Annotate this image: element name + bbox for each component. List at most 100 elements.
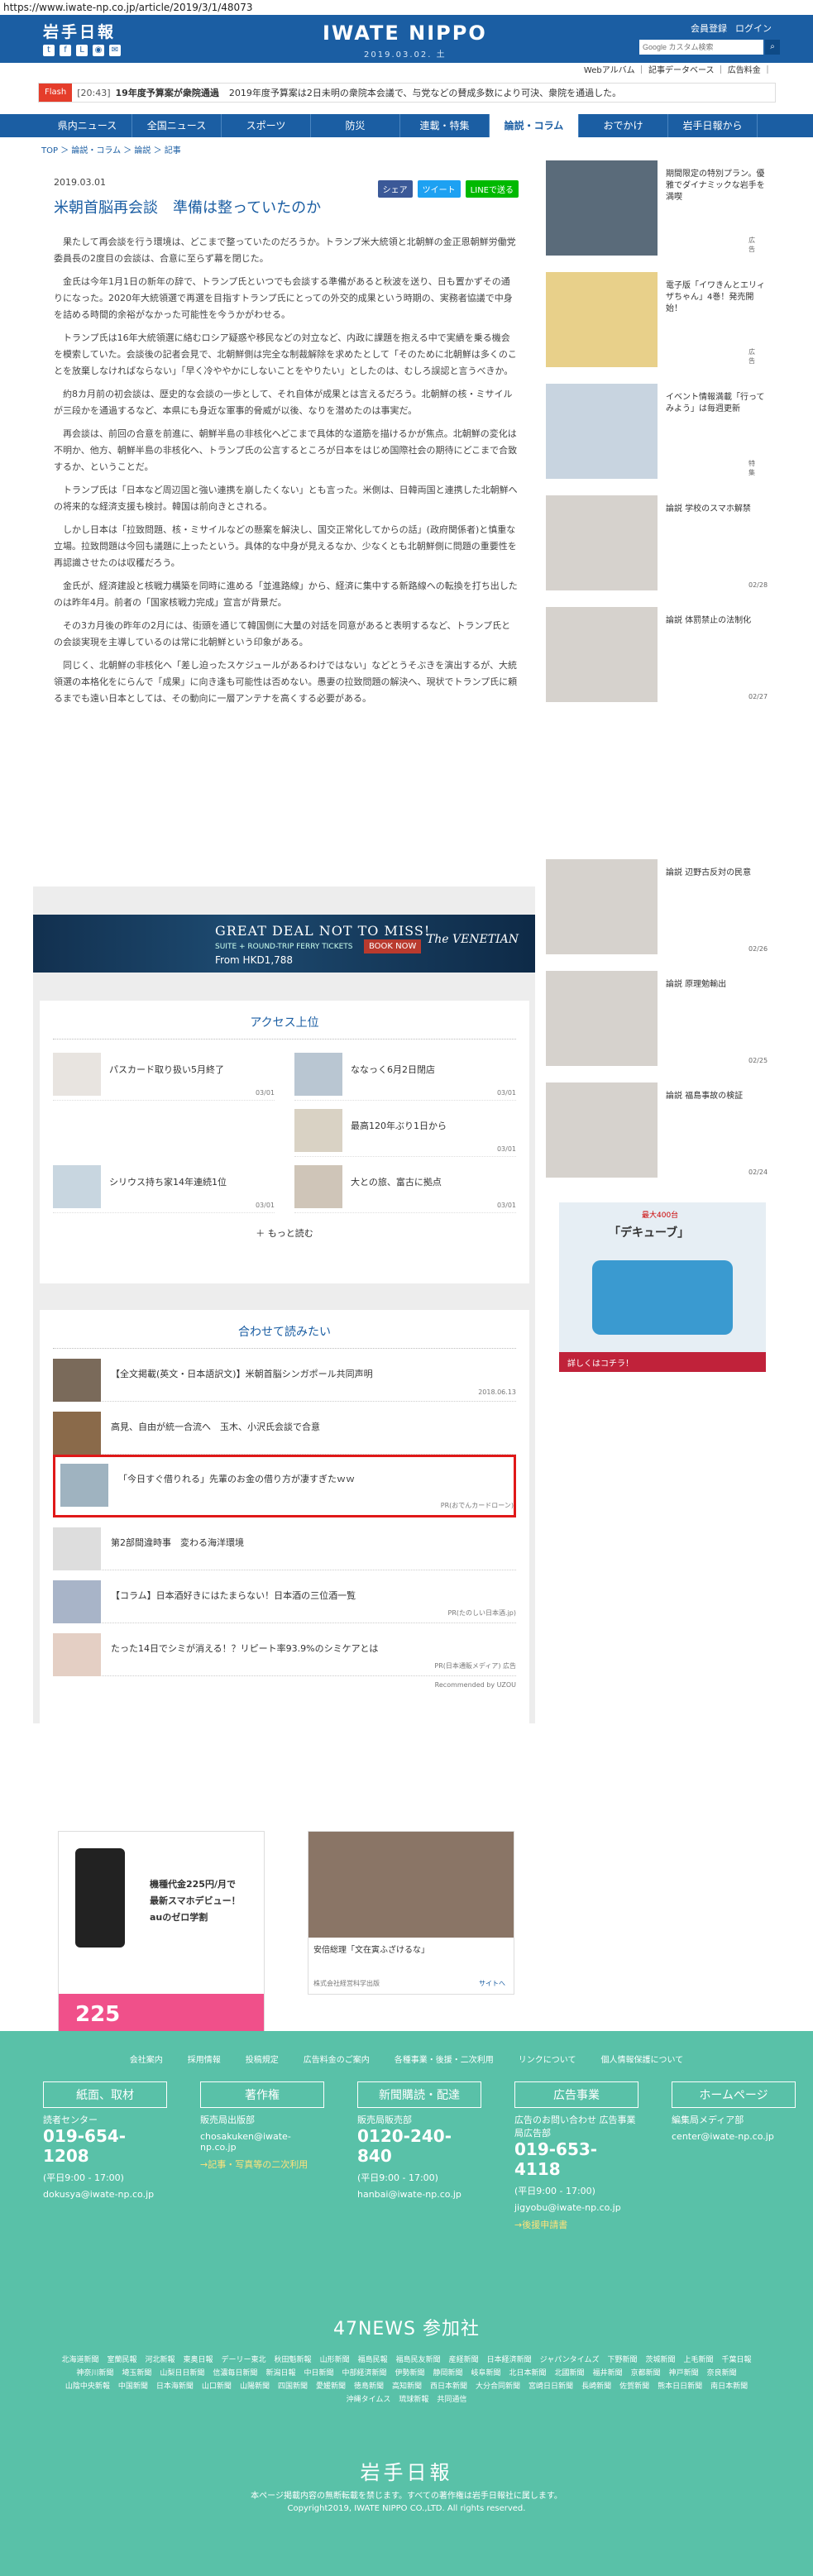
member-link[interactable]: 共同通信 [437,2396,466,2404]
member-link[interactable]: 茨城新聞 [645,2356,675,2364]
footer-email[interactable]: center@iwate-np.co.jp [672,2131,796,2142]
mail-icon[interactable]: ✉ [109,45,121,56]
member-link[interactable]: 西日本新聞 [430,2382,467,2391]
rss-icon[interactable]: ◉ [93,45,104,56]
member-link[interactable]: 静岡新聞 [433,2369,463,2378]
footer-link[interactable]: 各種事業・後援・二次利用 [395,2053,494,2065]
nav-item[interactable]: 防災 [311,114,400,137]
member-link[interactable]: 中日新聞 [304,2369,333,2378]
member-link[interactable]: 山口新聞 [202,2382,232,2391]
member-link[interactable]: 千葉日報 [722,2356,752,2364]
sidebar-item[interactable]: 電子版「イワきんとエリィザちゃん」4巻！発売開始！ 広告 [546,272,765,375]
member-link[interactable]: 河北新報 [146,2356,175,2364]
member-link[interactable]: 信濃毎日新聞 [213,2369,257,2378]
nav-item[interactable]: 全国ニュース [132,114,222,137]
footer-logo[interactable]: 岩手日報 [0,2456,813,2485]
member-link[interactable]: ジャパンタイムズ [540,2356,600,2364]
nav-item[interactable]: 連載・特集 [400,114,490,137]
member-link[interactable]: 産経新聞 [449,2356,479,2364]
member-link[interactable]: 福島民報 [358,2356,388,2364]
sidebar-item[interactable]: 論説 辺野古反対の民意 02/26 [546,859,768,963]
news-ad[interactable]: 安倍総理「文在寅ふざけるな」 株式会社経営科学出版 サイトへ [308,1831,514,1995]
member-link[interactable]: 宮崎日日新聞 [528,2382,573,2391]
ranking-item[interactable] [53,1109,275,1157]
member-link[interactable]: 新潟日報 [265,2369,295,2378]
flash-news-bar[interactable]: Flash [20:43] 19年度予算案が衆院通過 2019年度予算案は2日未… [38,83,776,103]
member-link[interactable]: 日本海新聞 [156,2382,194,2391]
member-link[interactable]: 奈良新聞 [707,2369,737,2378]
news-ad-link[interactable]: サイトへ [479,1979,505,1988]
related-item[interactable]: 【全文掲載(英文・日本語訳文)】米朝首脳シンガポール共同声明 2018.06.13 [53,1349,516,1402]
ranking-item[interactable]: 最高120年ぶり1日から 03/01 [294,1109,516,1157]
member-link[interactable]: 下野新聞 [607,2356,637,2364]
member-link[interactable]: 秋田魁新報 [275,2356,312,2364]
address-bar[interactable]: https://www.iwate-np.co.jp/article/2019/… [0,0,813,15]
member-link[interactable]: 山陰中央新報 [65,2382,110,2391]
ad-banner[interactable]: GREAT DEAL NOT TO MISS! SUITE + ROUND-TR… [33,915,535,973]
login-link[interactable]: ログイン [735,22,772,35]
member-link[interactable]: 徳島新聞 [354,2382,384,2391]
member-link[interactable]: 沖縄タイムス [347,2396,391,2404]
member-link[interactable]: 北海道新聞 [61,2356,98,2364]
member-link[interactable]: 伊勢新聞 [395,2369,424,2378]
footer-link[interactable]: 投稿規定 [246,2053,279,2065]
ranking-item[interactable]: パスカード取り扱い5月終了 03/01 [53,1053,275,1101]
related-item[interactable]: 高見、自由が統一合流へ 玉木、小沢氏会談で合意 [53,1402,516,1455]
twitter-share-button[interactable]: ツイート [417,180,461,198]
member-link[interactable]: 山陽新聞 [240,2382,270,2391]
sidebar-item[interactable]: 論説 福島事故の検証 02/24 [546,1082,768,1186]
footer-link[interactable]: 会社案内 [130,2053,163,2065]
footer-extra-link[interactable]: →後援申請書 [514,2218,638,2231]
line-share-button[interactable]: LINEで送る [465,180,519,198]
ranking-item[interactable]: 大との旅、富古に拠点 03/01 [294,1165,516,1213]
nav-item[interactable]: スポーツ [222,114,311,137]
sidebar-item[interactable]: イベント情報満載「行ってみよう」は毎週更新 特集 [546,384,765,487]
member-link[interactable]: 福島民友新聞 [396,2356,441,2364]
member-link[interactable]: 北國新聞 [555,2369,585,2378]
related-item[interactable]: 【コラム】日本酒好きにはたまらない！日本酒の三位酒一覧 PR(たのしい日本酒.jp… [53,1570,516,1623]
member-link[interactable]: 上毛新聞 [684,2356,714,2364]
member-link[interactable]: 北日本新聞 [509,2369,547,2378]
recommended-by[interactable]: Recommended by UZOU [53,1681,516,1689]
footer-email[interactable]: hanbai@iwate-np.co.jp [357,2189,481,2200]
footer-email[interactable]: dokusya@iwate-np.co.jp [43,2189,167,2200]
related-item-highlighted[interactable]: 「今日すぐ借りれる」先輩のお金の借り方が凄すぎたｗｗ PR(おでんカードローン) [53,1455,516,1517]
member-link[interactable]: 岐阜新聞 [471,2369,501,2378]
facebook-icon[interactable]: f [60,45,71,56]
member-link[interactable]: 中部経済新聞 [342,2369,386,2378]
site-logo[interactable]: 岩手日報 [43,20,116,42]
footer-link[interactable]: 個人情報保護について [601,2053,684,2065]
related-item[interactable]: 第2部間違時事 変わる海洋環境 [53,1517,516,1570]
member-link[interactable]: 南日本新聞 [710,2382,748,2391]
member-link[interactable]: 中国新聞 [118,2382,148,2391]
member-link[interactable]: 佐賀新聞 [619,2382,649,2391]
member-link[interactable]: デーリー東北 [222,2356,266,2364]
side-ad-foot[interactable]: 詳しくはコチラ！ [559,1352,766,1372]
member-link[interactable]: 四国新聞 [278,2382,308,2391]
footer-email[interactable]: chosakuken@iwate-np.co.jp [200,2131,324,2153]
facebook-share-button[interactable]: シェア [377,180,413,198]
member-link[interactable]: 山梨日日新聞 [160,2369,204,2378]
member-link[interactable]: 神戸新聞 [669,2369,699,2378]
footer-link[interactable]: 広告料金のご案内 [304,2053,370,2065]
member-link[interactable]: 長崎新聞 [581,2382,611,2391]
footer-link[interactable]: リンクについて [519,2053,576,2065]
side-car-ad[interactable]: 「デキューブ」 最大400台 詳しくはコチラ！ [559,1202,766,1372]
more-button[interactable]: ＋ もっと読む [53,1226,516,1240]
nav-item[interactable]: おでかけ [579,114,668,137]
book-now-button[interactable]: BOOK NOW [364,939,422,953]
sidebar-item[interactable]: 論説 学校のスマホ解禁 02/28 [546,495,768,599]
ranking-item[interactable]: シリウス持ち家14年連続1位 03/01 [53,1165,275,1213]
member-link[interactable]: 大分合同新聞 [476,2382,520,2391]
search-input[interactable] [639,40,763,55]
member-link[interactable]: 京都新聞 [631,2369,661,2378]
member-link[interactable]: 琉球新報 [399,2396,428,2404]
ranking-item[interactable]: ななっく6月2日閉店 03/01 [294,1053,516,1101]
related-item[interactable]: たった14日でシミが消える！？リピート率93.9%のシミケアとは PR(日本通販メ… [53,1623,516,1676]
sidebar-item[interactable]: 期間限定の特別プラン。優雅でダイナミックな岩手を満喫 広告 [546,160,765,264]
member-link[interactable]: 山形新聞 [320,2356,350,2364]
twitter-icon[interactable]: t [43,45,55,56]
footer-link[interactable]: 採用情報 [188,2053,221,2065]
sidebar-item[interactable]: 論説 原理勉輸出 02/25 [546,971,768,1074]
flash-title[interactable]: 19年度予算案が衆院通過 [116,86,219,99]
